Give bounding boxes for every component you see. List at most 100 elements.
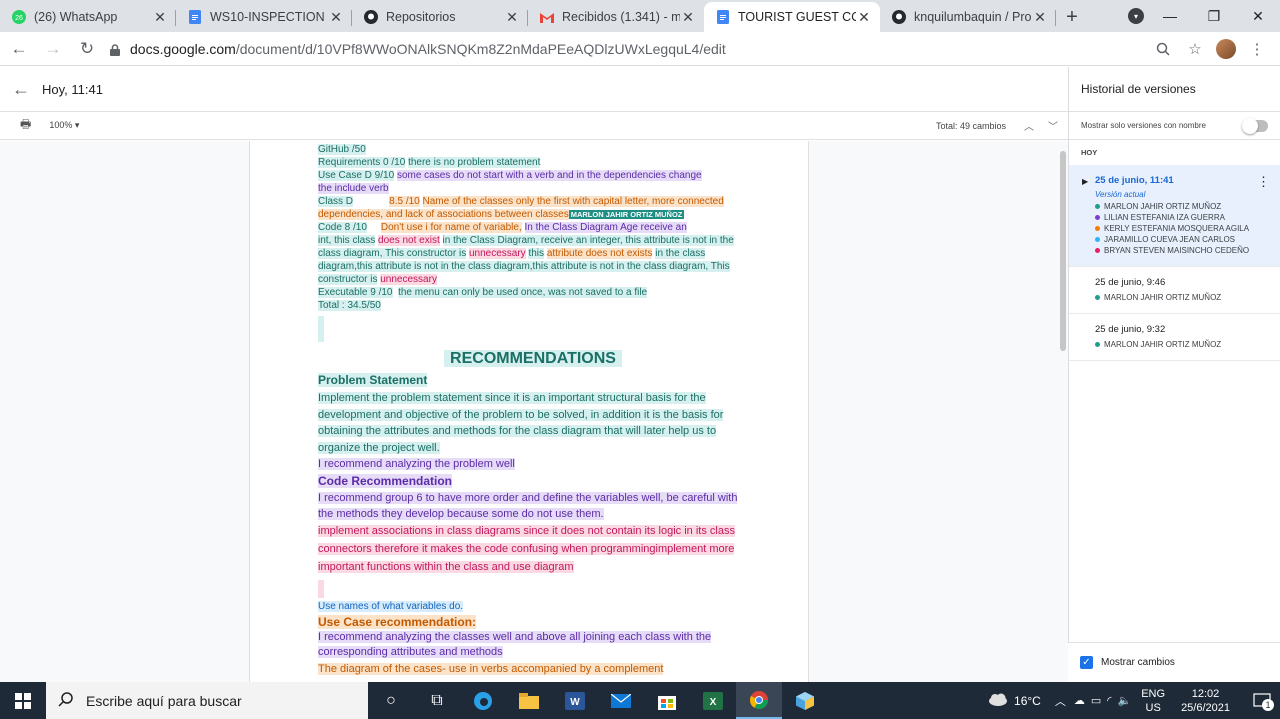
tab-repositorios[interactable]: Repositorios ✕ [352,2,528,32]
line-code-text-2: in the Class Diagram, receive an integer… [442,235,734,246]
close-icon[interactable]: ✕ [680,9,696,26]
more-vert-icon[interactable]: ⋮ [1257,174,1270,190]
new-tab-button[interactable]: + [1056,2,1088,32]
volume-icon[interactable]: 🔈 [1118,694,1132,707]
editor-color-dot [1095,204,1100,209]
panel-title: Historial de versiones [1069,67,1280,112]
line-code-text-6: diagram,this attribute is not in the cla… [318,261,730,272]
language-indicator[interactable]: ENG US [1141,687,1165,715]
menu-dots-icon[interactable]: ⋮ [1246,38,1268,60]
profile-avatar[interactable] [1216,38,1236,59]
minimize-icon[interactable]: — [1148,0,1192,32]
clock[interactable]: 12:02 25/6/2021 [1181,687,1230,715]
notification-icon[interactable]: 1 [1244,692,1280,711]
back-arrow-icon[interactable]: ← [4,34,34,64]
tab-gmail[interactable]: Recibidos (1.341) - mjc ✕ [528,2,704,32]
gmail-icon [540,10,554,24]
chrome-icon[interactable] [736,682,782,719]
wifi-icon[interactable]: ◜ [1107,694,1111,707]
show-changes-row[interactable]: ✓ Mostrar cambios [1068,642,1280,682]
restore-icon[interactable]: ❐ [1192,0,1236,32]
close-window-icon[interactable]: ✕ [1236,0,1280,32]
editor-entry: MARLON JAHIR ORTIZ MUÑOZ [1095,201,1268,212]
close-icon[interactable]: ✕ [504,9,520,26]
chevron-down-icon[interactable]: ﹀ [1048,118,1058,133]
address-bar[interactable]: docs.google.com/document/d/10VPf8WWoONAl… [110,35,1152,63]
chevron-up-icon[interactable]: ︿ [1024,118,1034,133]
cortana-icon[interactable]: ○ [368,682,414,719]
version-time: 25 de junio, 9:46 [1095,277,1166,288]
windows-start-icon[interactable] [0,682,46,719]
app-cube-icon[interactable] [782,682,828,719]
version-item[interactable]: 25 de junio, 9:32 MARLON JAHIR ORTIZ MUÑ… [1069,314,1280,361]
url-path: /document/d/10VPf8WWoONAlkSNQKm8Z2nMdaPE… [235,40,726,57]
region-code: US [1145,701,1161,714]
line-code-orange: attribute does not exists [546,248,653,259]
scrollbar[interactable] [1060,151,1066,351]
bookmark-star-icon[interactable]: ☆ [1184,38,1206,60]
close-icon[interactable]: ✕ [152,9,168,26]
version-item-current[interactable]: ▶ ⋮ 25 de junio, 11:41 Versión actual MA… [1069,165,1280,267]
tab-knquilumbaquin[interactable]: knquilumbaquin / Pro ✕ [880,2,1056,32]
forward-arrow-icon[interactable]: → [38,34,68,64]
tab-title: (26) WhatsApp [34,10,118,24]
close-icon[interactable]: ✕ [328,9,344,26]
language-code: ENG [1141,687,1166,700]
named-versions-label: Mostrar solo versiones con nombre [1081,121,1206,130]
zoom-select[interactable]: 100% ▾ [49,120,79,131]
edge-icon[interactable] [460,682,506,719]
weather-cloud-icon[interactable] [988,693,1008,709]
tab-title: TOURIST GUEST CODE [738,10,856,24]
line-requirements-note: there is no problem statement [408,157,541,168]
close-icon[interactable]: ✕ [1032,9,1048,26]
checkbox-checked-icon[interactable]: ✓ [1080,656,1093,669]
show-changes-label: Mostrar cambios [1101,657,1175,668]
line-executable: Executable 9 /10 [318,287,393,298]
excel-icon[interactable]: X [690,682,736,719]
version-time: 25 de junio, 9:32 [1095,324,1166,335]
temperature[interactable]: 16°C [1014,694,1041,708]
chevron-up-icon[interactable]: ︿ [1055,693,1066,709]
close-icon[interactable]: ✕ [856,9,872,26]
line-usecase-note: some cases do not start with a verb and … [396,170,702,181]
total-changes: Total: 49 cambios [935,120,1006,131]
line-code-text-7: constructor is [318,274,378,285]
task-view-icon[interactable]: ⧉ [414,682,460,719]
problem-recommendation: I recommend analyzing the problem well [318,458,515,470]
zoom-icon[interactable] [1152,38,1174,60]
svg-text:W: W [570,697,580,708]
line-requirements: Requirements 0 /10 [318,157,406,168]
editor-entry: KERLY ESTEFANIA MOSQUERA AGILA [1095,223,1268,234]
editor-entry: MARLON JAHIR ORTIZ MUÑOZ [1095,292,1268,303]
tab-search-icon[interactable]: ▾ [1128,8,1144,24]
tab-tourist-guest-code[interactable]: TOURIST GUEST CODE ✕ [704,2,880,32]
named-versions-toggle[interactable] [1242,118,1268,134]
whatsapp-icon: 26 [12,10,26,24]
editor-color-dot [1095,342,1100,347]
version-item[interactable]: 25 de junio, 9:46 MARLON JAHIR ORTIZ MUÑ… [1069,267,1280,314]
docs-icon [188,10,202,24]
tab-ws10-inspection[interactable]: WS10-INSPECTION - D ✕ [176,2,352,32]
back-arrow-icon[interactable]: ← [12,79,32,100]
editor-name: MARLON JAHIR ORTIZ MUÑOZ [1104,293,1222,302]
taskbar-search[interactable]: Escribe aquí para buscar [46,682,368,719]
caret-right-icon[interactable]: ▶ [1082,177,1088,186]
cloud-icon[interactable]: ☁ [1074,694,1085,707]
problem-text: Implement the problem statement since it… [318,392,724,454]
line-code-pink: does not exist [378,235,440,246]
windows-taskbar: Escribe aquí para buscar ○ ⧉ W X 16°C ︿ … [0,682,1280,719]
browser-tab-strip: 26 (26) WhatsApp ✕ WS10-INSPECTION - D ✕… [0,0,1280,32]
store-icon[interactable] [644,682,690,719]
mail-icon[interactable] [598,682,644,719]
line-github: GitHub /50 [318,144,366,155]
file-explorer-icon[interactable] [506,682,552,719]
line-code-text-3: class diagram, This constructor is [318,248,467,259]
word-icon[interactable]: W [552,682,598,719]
battery-icon[interactable]: ▭ [1091,694,1101,707]
tab-whatsapp[interactable]: 26 (26) WhatsApp ✕ [0,2,176,32]
reload-icon[interactable]: ↻ [72,34,102,64]
window-controls: — ❐ ✕ [1148,0,1280,32]
github-icon [892,10,906,24]
document-page[interactable]: GitHub /50 Requirements 0 /10 there is n… [249,141,809,682]
print-icon[interactable]: 🖶 [20,115,31,136]
